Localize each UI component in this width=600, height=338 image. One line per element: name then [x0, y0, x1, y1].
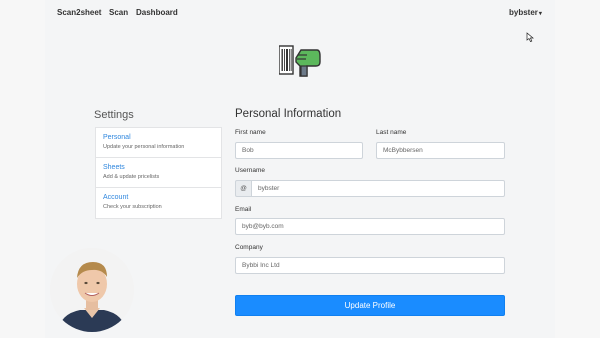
user-menu-dropdown[interactable]: bybster▾ [509, 8, 542, 17]
personal-information-heading: Personal Information [235, 108, 342, 120]
username-field[interactable]: bybster [251, 180, 505, 197]
email-label: Email [235, 206, 252, 213]
last-name-label: Last name [376, 129, 407, 136]
nav-link-scan[interactable]: Scan [109, 8, 128, 17]
email-field[interactable]: byb@byb.com [235, 218, 505, 235]
caret-down-icon: ▾ [538, 11, 542, 17]
update-profile-button[interactable]: Update Profile [235, 295, 505, 316]
username-label: Username [235, 167, 265, 174]
menu-item-subtitle: Update your personal information [103, 144, 185, 150]
brand-link[interactable]: Scan2sheet [57, 8, 101, 17]
top-navbar: Scan2sheet Scan Dashboard bybster▾ [45, 0, 555, 26]
menu-item-title: Sheets [103, 164, 125, 171]
company-label: Company [235, 244, 263, 251]
at-sign-prefix: @ [235, 180, 252, 197]
user-name: bybster [509, 8, 538, 17]
webcam-overlay [50, 248, 134, 332]
mouse-pointer-icon [526, 32, 534, 42]
menu-item-title: Personal [103, 134, 131, 141]
first-name-label: First name [235, 129, 266, 136]
nav-link-dashboard[interactable]: Dashboard [136, 8, 178, 17]
menu-item-subtitle: Check your subscription [103, 204, 162, 210]
menu-item-subtitle: Add & update pricelists [103, 174, 160, 180]
last-name-field[interactable]: McBybbersen [376, 142, 505, 159]
company-field[interactable]: Bybbi Inc Ltd [235, 257, 505, 274]
settings-heading: Settings [94, 109, 134, 121]
presenter-portrait-image [50, 248, 134, 332]
settings-item-account[interactable]: Account Check your subscription [96, 188, 221, 218]
settings-item-personal[interactable]: Personal Update your personal informatio… [96, 128, 221, 158]
menu-item-title: Account [103, 194, 129, 201]
settings-menu: Personal Update your personal informatio… [95, 127, 222, 219]
first-name-field[interactable]: Bob [235, 142, 363, 159]
settings-item-sheets[interactable]: Sheets Add & update pricelists [96, 158, 221, 188]
barcode-scanner-icon [279, 45, 321, 77]
